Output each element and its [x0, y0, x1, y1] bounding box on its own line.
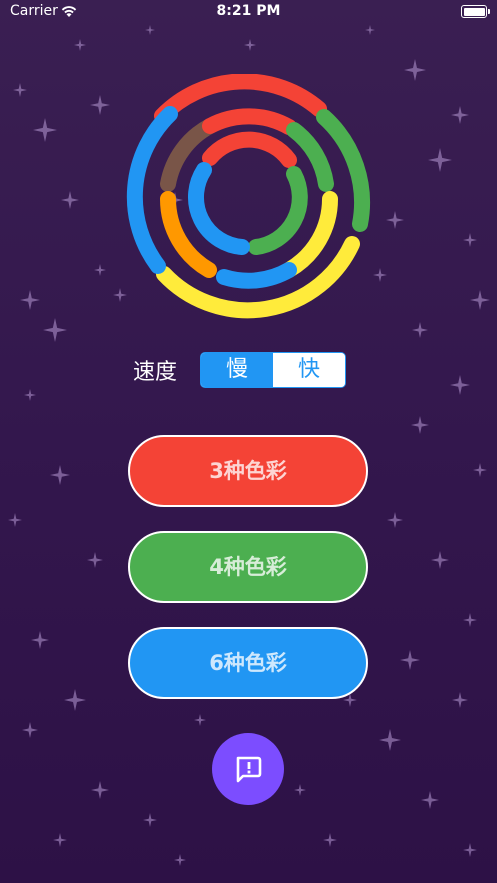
sparkle: [470, 290, 490, 310]
sparkle: [463, 233, 477, 247]
sparkle: [400, 650, 420, 670]
sparkle: [450, 375, 470, 395]
sparkle: [74, 39, 86, 51]
sparkle: [473, 463, 487, 477]
sparkle: [452, 692, 468, 708]
sparkle: [373, 268, 387, 282]
inner-ring-blue: [187, 162, 250, 255]
sparkle: [91, 781, 109, 799]
sparkle: [451, 106, 469, 124]
status-bar: Carrier 8:21 PM: [0, 0, 497, 26]
sparkle: [412, 322, 428, 338]
sparkle: [463, 843, 477, 857]
inner-ring-green: [248, 166, 308, 255]
sparkle: [53, 833, 67, 847]
sparkle: [387, 512, 403, 528]
feedback-button[interactable]: [212, 733, 284, 805]
sparkle: [145, 25, 155, 35]
sparkle: [386, 211, 404, 229]
sparkle: [323, 833, 337, 847]
battery-icon: [461, 5, 490, 18]
sparkle: [22, 722, 38, 738]
sparkle: [50, 465, 70, 485]
inner-ring-red: [202, 131, 297, 168]
sparkle: [90, 95, 110, 115]
color-rings-logo: [126, 74, 370, 319]
speed-option-slow[interactable]: 慢: [201, 353, 273, 387]
feedback-icon: [236, 756, 262, 783]
sparkle: [8, 513, 22, 527]
sparkle: [421, 791, 439, 809]
sparkle: [411, 416, 429, 434]
speed-option-fast[interactable]: 快: [273, 353, 345, 387]
sparkle: [143, 813, 157, 827]
six-colors-button[interactable]: 6种色彩: [128, 627, 368, 699]
sparkle: [431, 551, 449, 569]
middle-ring-red: [202, 108, 297, 135]
sparkle: [463, 613, 477, 627]
clock: 8:21 PM: [216, 3, 281, 19]
sparkle: [94, 264, 106, 276]
sparkle: [61, 191, 79, 209]
sparkle: [87, 552, 103, 568]
sparkle: [379, 729, 401, 751]
sparkle: [31, 631, 49, 649]
speed-segmented-control[interactable]: 慢 快: [200, 352, 346, 388]
three-colors-button[interactable]: 3种色彩: [128, 435, 368, 507]
middle-ring-blue: [216, 262, 297, 289]
sparkle: [428, 148, 452, 172]
sparkle: [244, 39, 256, 51]
sparkle: [194, 714, 206, 726]
sparkle: [43, 318, 67, 342]
sparkle: [294, 784, 306, 796]
four-colors-button[interactable]: 4种色彩: [128, 531, 368, 603]
sparkle: [24, 389, 36, 401]
sparkle: [365, 25, 375, 35]
sparkle: [404, 59, 426, 81]
sparkle: [20, 290, 40, 310]
sparkle: [174, 854, 186, 866]
sparkle: [64, 689, 86, 711]
speed-label: 速度: [133, 360, 178, 385]
sparkle: [13, 83, 27, 97]
sparkle: [33, 118, 57, 142]
